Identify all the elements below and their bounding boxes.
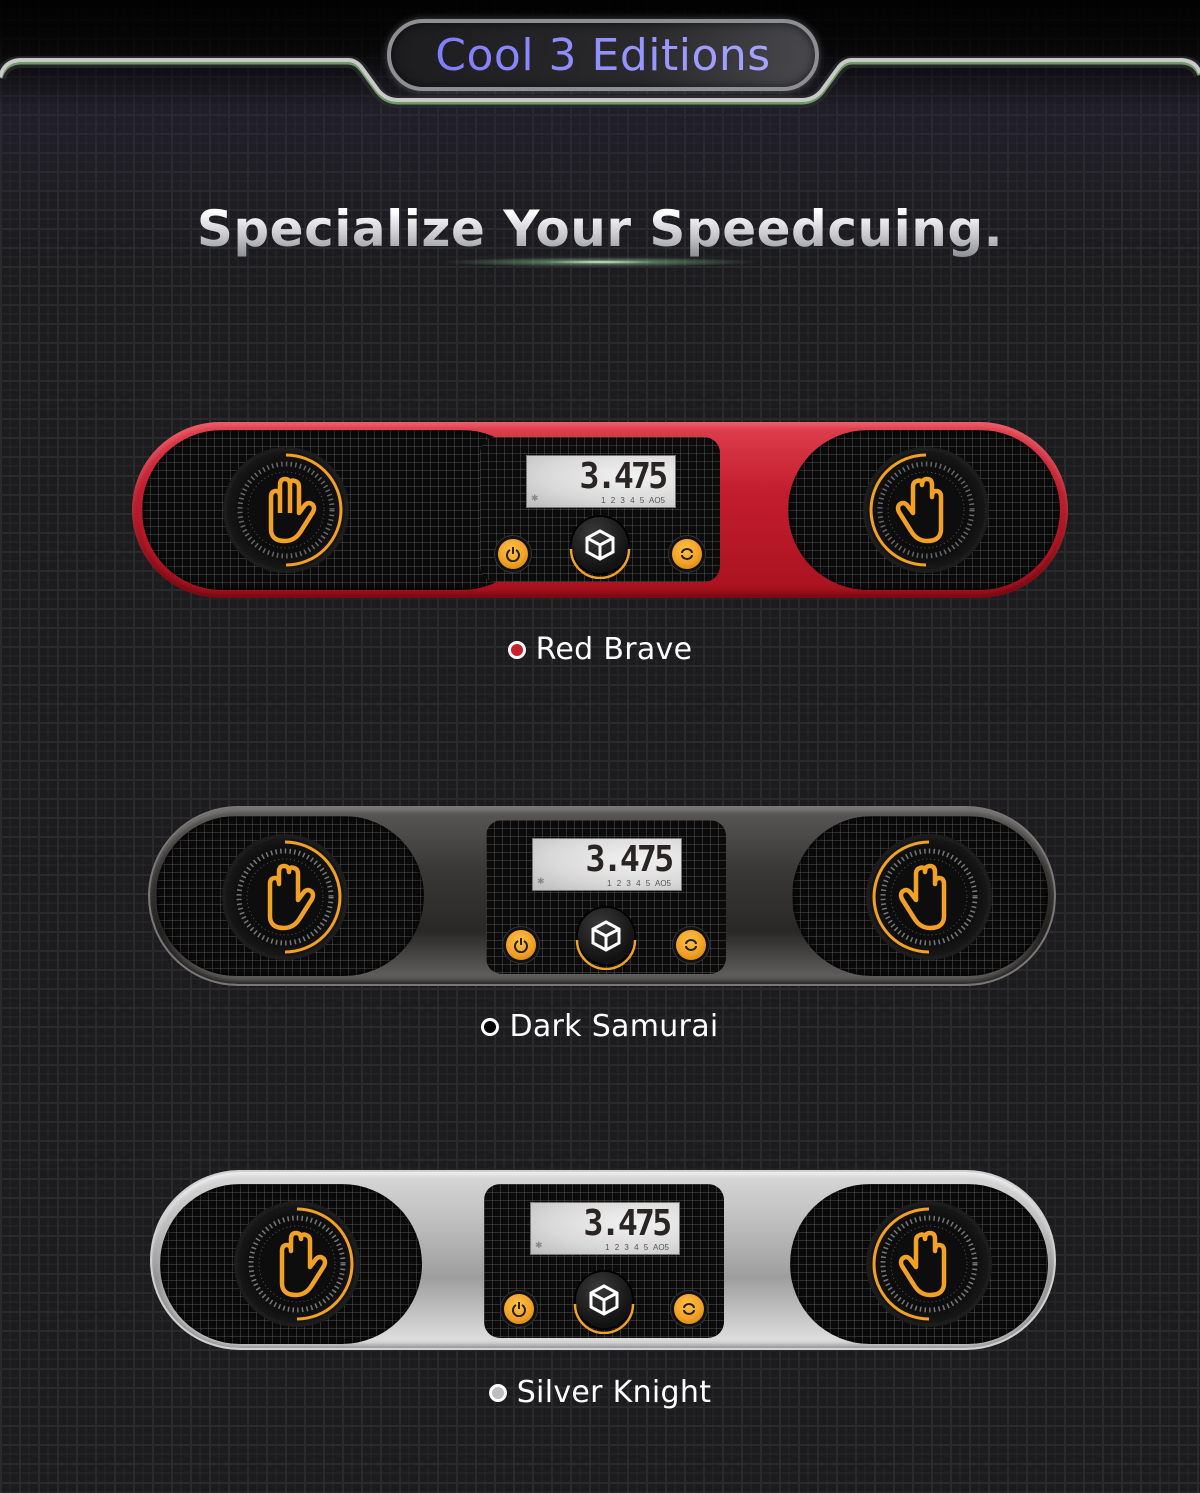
gan-progress-arc <box>575 939 637 970</box>
timer-silver-knight: 3.475 ✱ 1 2 3 4 5 AO5 <box>150 1170 1056 1350</box>
gan-progress-arc <box>569 548 631 579</box>
reset-icon <box>683 1303 695 1315</box>
reset-icon <box>685 939 697 951</box>
right-sensor[interactable] <box>870 1205 988 1323</box>
console: 3.475 ✱ 1 2 3 4 5 AO5 <box>480 437 720 582</box>
edition-name: Red Brave <box>535 632 693 667</box>
edition-caption-red-brave: Red Brave <box>0 632 1200 667</box>
hand-icon <box>236 840 342 954</box>
lcd-display: 3.475 ✱ 1 2 3 4 5 AO5 <box>530 1202 680 1255</box>
console: 3.475 ✱ 1 2 3 4 5 AO5 <box>484 1184 724 1338</box>
edition-name: Silver Knight <box>516 1375 712 1410</box>
edition-name: Dark Samurai <box>509 1009 719 1044</box>
left-sensor[interactable] <box>238 1205 356 1323</box>
color-swatch[interactable] <box>488 1383 507 1402</box>
bluetooth-icon: ✱ <box>535 1241 543 1251</box>
reset-icon <box>681 548 693 560</box>
power-button[interactable] <box>504 1294 534 1324</box>
edition-caption-dark-samurai: Dark Samurai <box>0 1009 1200 1044</box>
bluetooth-icon: ✱ <box>537 877 545 887</box>
page-headline: Specialize Your Speedcuing. <box>0 200 1200 258</box>
lcd-display: 3.475 ✱ 1 2 3 4 5 AO5 <box>532 838 682 891</box>
lcd-time: 3.475 <box>583 1203 672 1244</box>
lcd-slots: 1 2 3 4 5 AO5 <box>601 496 665 505</box>
editions-badge-title: Cool 3 Editions <box>435 29 771 81</box>
power-icon <box>506 547 520 562</box>
reset-button[interactable] <box>672 539 702 569</box>
timer-red-brave: 3.475 ✱ 1 2 3 4 5 AO5 <box>132 422 1068 598</box>
lcd-slots: 1 2 3 4 5 AO5 <box>605 1243 669 1252</box>
color-swatch[interactable] <box>481 1017 500 1036</box>
console: 3.475 ✱ 1 2 3 4 5 AO5 <box>486 820 726 974</box>
lcd-time: 3.475 <box>579 456 668 497</box>
left-pad[interactable] <box>156 816 424 976</box>
hand-icon <box>248 1207 354 1321</box>
power-button[interactable] <box>498 539 528 569</box>
left-sensor[interactable] <box>227 451 345 569</box>
editions-badge: Cool 3 Editions <box>387 19 819 91</box>
edition-caption-silver-knight: Silver Knight <box>0 1375 1200 1410</box>
left-pad[interactable] <box>160 1184 422 1344</box>
headline-glow <box>440 257 760 267</box>
right-pad[interactable] <box>792 816 1048 976</box>
right-sensor[interactable] <box>870 838 988 956</box>
power-button[interactable] <box>506 930 536 960</box>
reset-button[interactable] <box>676 930 706 960</box>
hand-icon <box>237 453 343 567</box>
power-icon <box>514 938 528 953</box>
power-icon <box>512 1302 526 1317</box>
right-pad[interactable] <box>788 430 1060 590</box>
timer-dark-samurai: 3.475 ✱ 1 2 3 4 5 AO5 <box>148 806 1056 986</box>
lcd-time: 3.475 <box>585 839 674 880</box>
gan-progress-arc <box>573 1303 635 1334</box>
lcd-slots: 1 2 3 4 5 AO5 <box>607 879 671 888</box>
hand-icon <box>872 1207 978 1321</box>
right-pad[interactable] <box>790 1184 1048 1344</box>
right-sensor[interactable] <box>867 451 985 569</box>
color-swatch[interactable] <box>507 640 526 659</box>
hand-icon <box>869 453 975 567</box>
reset-button[interactable] <box>674 1294 704 1324</box>
bluetooth-icon: ✱ <box>531 494 539 504</box>
hand-icon <box>872 840 978 954</box>
lcd-display: 3.475 ✱ 1 2 3 4 5 AO5 <box>526 455 676 508</box>
left-sensor[interactable] <box>226 838 344 956</box>
